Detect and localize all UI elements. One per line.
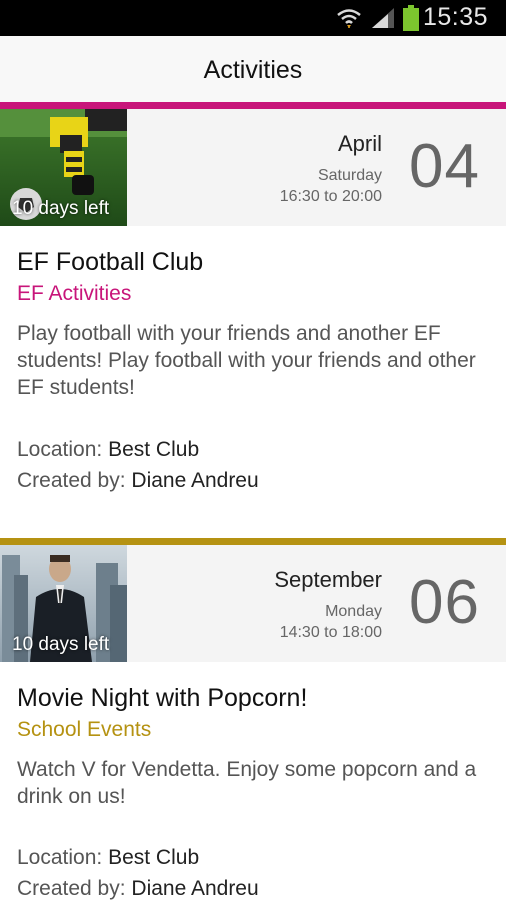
- event-header: 10 days left April Saturday 16:30 to 20:…: [0, 109, 506, 226]
- category-accent-bar: [0, 102, 506, 109]
- event-day-number: 04: [409, 132, 480, 201]
- event-month: September: [274, 567, 382, 592]
- location-value: Best Club: [108, 438, 200, 461]
- event-description: Play football with your friends and anot…: [17, 322, 476, 399]
- wifi-icon: [337, 9, 361, 28]
- days-left-label: 10 days left: [12, 634, 110, 655]
- event-time-range: 16:30 to 20:00: [279, 188, 382, 205]
- event-category: School Events: [17, 718, 152, 741]
- event-card[interactable]: 10 days left September Monday 14:30 to 1…: [0, 538, 506, 900]
- status-time: 15:35: [422, 3, 488, 31]
- event-thumbnail: 10 days left: [0, 109, 127, 226]
- event-header: 10 days left September Monday 14:30 to 1…: [0, 545, 506, 662]
- location-label: Location:: [17, 846, 109, 869]
- event-created-by: Created by: Diane Andreu: [17, 877, 259, 900]
- event-location: Location: Best Club: [17, 438, 199, 462]
- location-value: Best Club: [108, 846, 200, 869]
- event-time-range: 14:30 to 18:00: [279, 624, 382, 641]
- battery-icon: [403, 5, 419, 31]
- status-bar: 15:35: [0, 0, 506, 36]
- event-created-by: Created by: Diane Andreu: [17, 469, 259, 493]
- days-left-label: 10 days left: [12, 198, 110, 219]
- created-by-label: Created by:: [17, 877, 132, 900]
- created-by-value: Diane Andreu: [131, 877, 259, 900]
- page-title: Activities: [203, 56, 303, 84]
- event-location: Location: Best Club: [17, 846, 199, 870]
- app-bar: Activities: [0, 36, 506, 102]
- event-card[interactable]: 10 days left April Saturday 16:30 to 20:…: [0, 102, 506, 520]
- location-label: Location:: [17, 438, 109, 461]
- event-title: EF Football Club: [17, 248, 204, 276]
- event-thumbnail: 10 days left: [0, 545, 127, 662]
- created-by-label: Created by:: [17, 469, 132, 492]
- category-accent-bar: [0, 538, 506, 545]
- created-by-value: Diane Andreu: [131, 469, 259, 492]
- event-weekday: Monday: [325, 603, 382, 620]
- event-weekday: Saturday: [317, 167, 382, 184]
- signal-icon: [372, 8, 394, 28]
- event-title: Movie Night with Popcorn!: [17, 684, 308, 712]
- event-month: April: [337, 131, 382, 156]
- event-description: Watch V for Vendetta. Enjoy some popcorn…: [17, 758, 477, 808]
- event-day-number: 06: [409, 568, 480, 637]
- event-category: EF Activities: [17, 282, 132, 305]
